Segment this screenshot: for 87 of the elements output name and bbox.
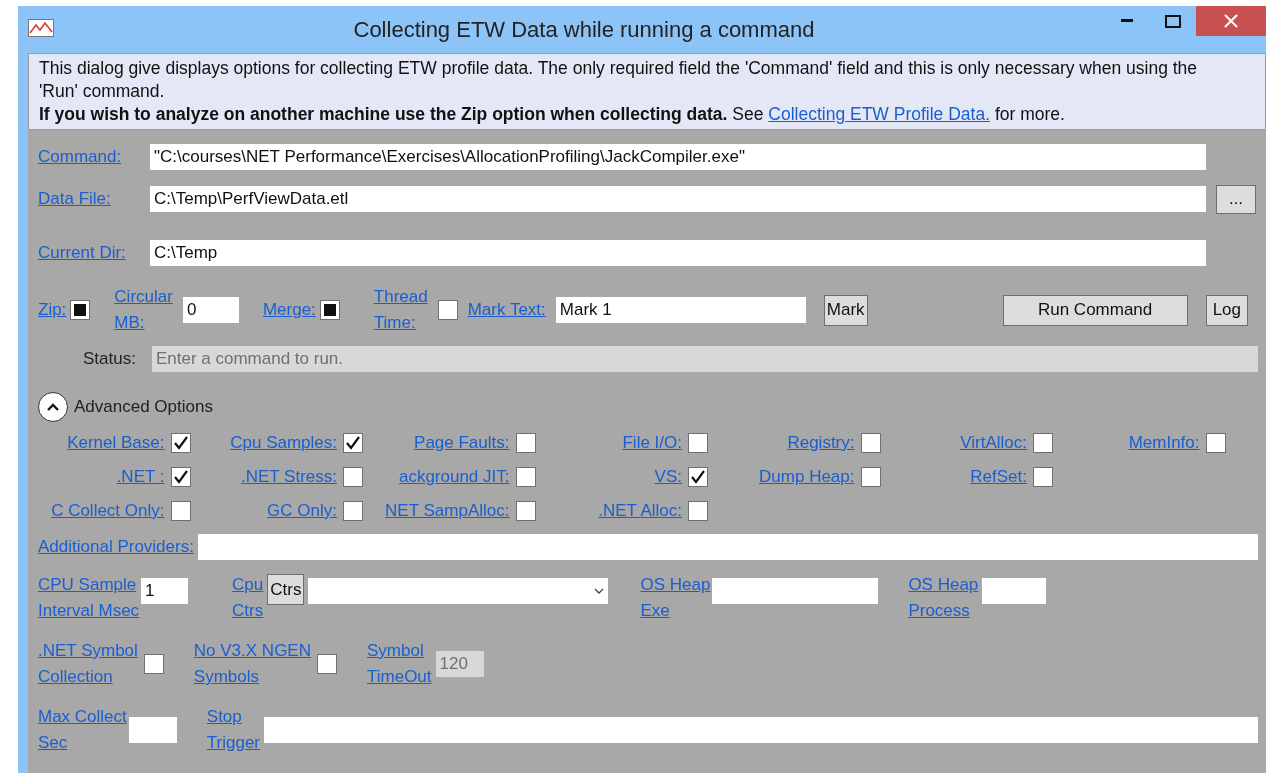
path-field[interactable]: C:\Temp (150, 240, 1206, 266)
merge-label[interactable]: Merge: (262, 297, 316, 323)
mark-text-field[interactable]: Mark 1 (555, 297, 806, 323)
no-ngen-label[interactable]: No V3.X NGEN Symbols (193, 638, 311, 690)
net-symbol-checkbox[interactable] (143, 654, 164, 674)
option-checkbox[interactable] (343, 501, 363, 521)
ctrs-button[interactable]: Ctrs (267, 574, 305, 605)
mark-text-label[interactable]: Mark Text: (467, 297, 546, 323)
field-label[interactable]: Command: (38, 144, 150, 170)
profile-data-link[interactable]: Collecting ETW Profile Data. (768, 104, 991, 124)
info-note: If you wish to analyze on another machine use the Zip option when collecting data. See Collecting ETW Profile Data. for more. (39, 103, 1066, 126)
circular-field[interactable]: 0 (182, 297, 239, 323)
option-label[interactable]: Kernel Base: (67, 430, 165, 456)
field-label[interactable]: Data File: (38, 186, 150, 212)
no-ngen-checkbox[interactable] (317, 654, 337, 674)
option-checkbox[interactable] (1033, 433, 1053, 453)
chart-icon (28, 18, 54, 37)
option-checkbox[interactable] (688, 467, 708, 487)
browse-button[interactable]: ... (1216, 184, 1256, 214)
net-symbol-label[interactable]: .NET Symbol Collection (38, 638, 138, 690)
stop-trigger-field[interactable] (264, 717, 1258, 743)
status-field: Enter a command to run. (151, 346, 1258, 372)
option-label[interactable]: .NET Stress: (240, 464, 337, 490)
log-button[interactable]: Log (1205, 294, 1248, 326)
os-heap-process-label[interactable]: OS Heap Process (908, 572, 979, 624)
path-field[interactable]: C:\Temp\PerfViewData.etl (150, 186, 1206, 212)
os-heap-exe-label[interactable]: OS Heap Exe (640, 572, 711, 624)
option-label[interactable]: VS: (654, 464, 682, 490)
field-label[interactable]: Current Dir: (38, 240, 150, 266)
chevron-down-icon (594, 588, 605, 594)
cpu-ctrs-label[interactable]: Cpu Ctrs (232, 572, 264, 624)
status-label: Status: (83, 349, 136, 369)
option-checkbox[interactable] (1033, 467, 1053, 487)
option-checkbox[interactable] (515, 433, 536, 453)
minimize-icon[interactable] (1121, 19, 1133, 23)
circular-label[interactable]: Circular MB: (114, 284, 173, 336)
option-label[interactable]: Registry: (787, 430, 855, 456)
option-label[interactable]: GC Only: (267, 498, 337, 524)
option-label[interactable]: Cpu Samples: (230, 430, 337, 456)
chevron-up-icon (46, 402, 60, 412)
option-checkbox[interactable] (1205, 433, 1226, 453)
option-label[interactable]: Page Faults: (414, 430, 510, 456)
option-label[interactable]: RefSet: (970, 464, 1027, 490)
option-checkbox[interactable] (860, 433, 881, 453)
window-title: Collecting ETW Data while running a command (352, 16, 816, 43)
cpu-sample-field[interactable]: 1 (141, 578, 189, 604)
max-collect-label[interactable]: Max Collect Sec (38, 704, 127, 756)
option-checkbox[interactable] (343, 467, 363, 487)
option-checkbox[interactable] (170, 467, 191, 487)
symbol-timeout-field: 120 (435, 651, 484, 677)
option-checkbox[interactable] (515, 467, 536, 487)
run-command-button[interactable]: Run Command (1002, 294, 1188, 326)
os-heap-exe-field[interactable] (712, 578, 879, 604)
option-checkbox[interactable] (688, 433, 708, 453)
option-label[interactable]: NET SampAlloc: (385, 498, 510, 524)
cpu-sample-label[interactable]: CPU Sample Interval Msec (38, 572, 140, 624)
thread-time-label[interactable]: Thread Time: (373, 284, 428, 336)
zip-checkbox[interactable] (70, 300, 91, 320)
option-label[interactable]: ackground JIT: (398, 464, 510, 490)
option-label[interactable]: .NET : (116, 464, 165, 490)
mark-button[interactable]: Mark (823, 294, 868, 326)
option-checkbox[interactable] (860, 467, 881, 487)
stop-trigger-label[interactable]: Stop Trigger (206, 704, 261, 756)
option-checkbox[interactable] (170, 501, 191, 521)
path-field[interactable]: "C:\courses\NET Performance\Exercises\AllocationProfiling\JackCompiler.exe" (150, 144, 1206, 170)
os-heap-process-field[interactable] (982, 578, 1047, 604)
additional-providers-label[interactable]: Additional Providers: (38, 534, 194, 560)
option-label[interactable]: MemInfo: (1128, 430, 1200, 456)
zip-label[interactable]: Zip: (38, 297, 67, 323)
option-checkbox[interactable] (688, 501, 708, 521)
thread-time-checkbox[interactable] (437, 300, 458, 320)
max-collect-field[interactable] (128, 717, 177, 743)
option-label[interactable]: File I/O: (622, 430, 682, 456)
close-icon[interactable] (1224, 14, 1238, 28)
option-checkbox[interactable] (170, 433, 191, 453)
option-label[interactable]: Dump Heap: (759, 464, 855, 490)
option-label[interactable]: C Collect Only: (51, 498, 165, 524)
info-text: This dialog give displays options for collecting ETW profile data. The only required field the 'Command' field and this is only necessary when using the 'Run' command. (39, 57, 1199, 103)
expander-button[interactable] (38, 392, 68, 422)
option-checkbox[interactable] (343, 433, 363, 453)
option-label[interactable]: .NET Alloc: (598, 498, 682, 524)
advanced-options-label: Advanced Options (74, 397, 213, 417)
option-label[interactable]: VirtAlloc: (960, 430, 1027, 456)
option-checkbox[interactable] (515, 501, 536, 521)
providers-field[interactable] (197, 534, 1258, 560)
merge-checkbox[interactable] (319, 300, 340, 320)
maximize-icon[interactable] (1165, 14, 1181, 28)
